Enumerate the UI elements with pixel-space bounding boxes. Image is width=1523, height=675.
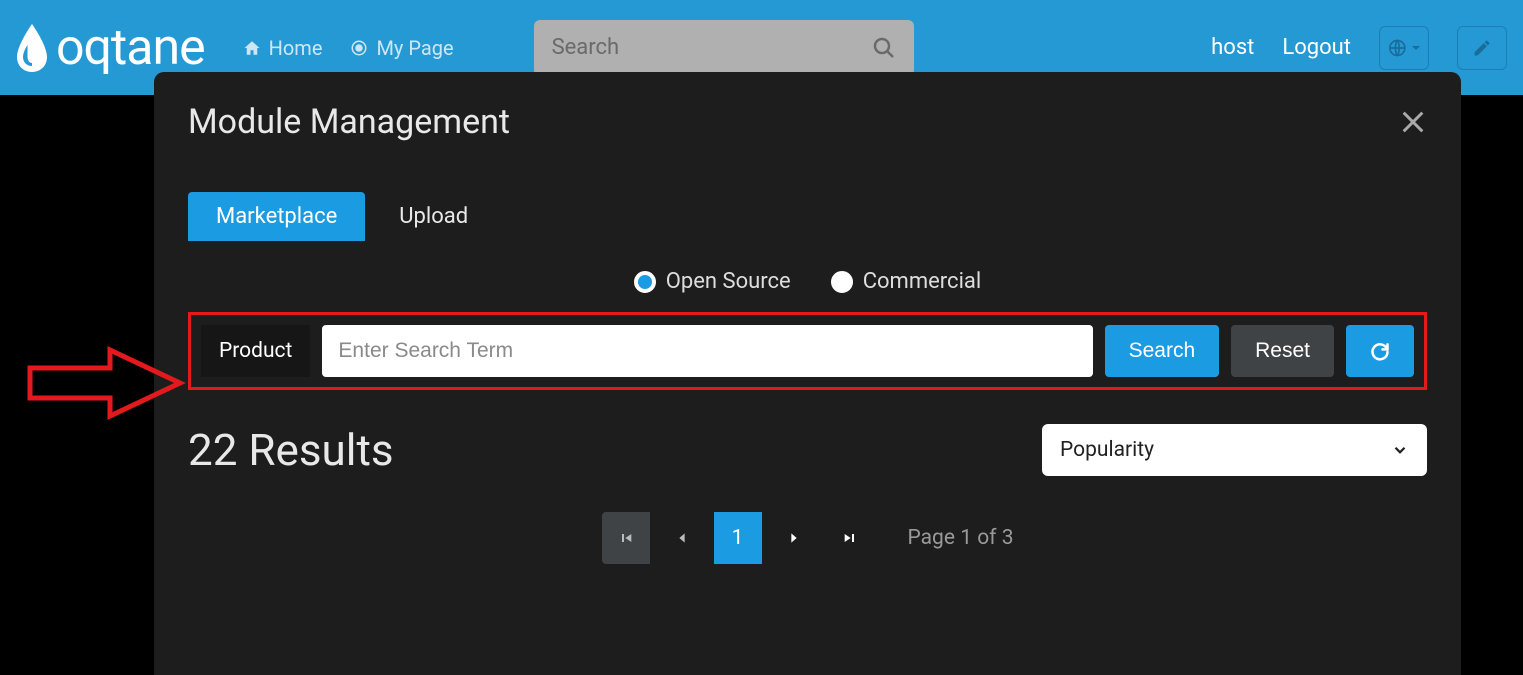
user-area: host Logout <box>1211 26 1507 70</box>
page-last-button[interactable] <box>826 512 874 564</box>
chevron-left-icon <box>674 530 690 546</box>
first-page-icon <box>618 530 634 546</box>
logo-text: oqtane <box>56 19 205 77</box>
sort-select[interactable]: Popularity <box>1042 424 1427 476</box>
modal-header: Module Management <box>188 102 1427 142</box>
nav-mypage[interactable]: My Page <box>350 36 453 60</box>
close-icon[interactable] <box>1399 108 1427 136</box>
product-search-input[interactable] <box>322 325 1092 377</box>
global-search-placeholder: Search <box>552 35 620 60</box>
license-filter-row: Open Source Commercial <box>188 269 1427 294</box>
nav-home-label: Home <box>269 36 323 60</box>
chevron-right-icon <box>786 530 802 546</box>
tabs: Marketplace Upload <box>188 192 1427 241</box>
tab-upload[interactable]: Upload <box>371 192 496 241</box>
results-count: 22 Results <box>188 424 394 476</box>
radio-icon <box>831 271 853 293</box>
nav-links: Home My Page <box>243 36 454 60</box>
logo[interactable]: oqtane <box>14 19 205 77</box>
product-search-row: Product Search Reset <box>188 312 1427 390</box>
radio-commercial[interactable]: Commercial <box>831 269 982 294</box>
search-icon <box>872 36 896 60</box>
page-first-button[interactable] <box>602 512 650 564</box>
tab-marketplace[interactable]: Marketplace <box>188 192 365 241</box>
page-next-button[interactable] <box>770 512 818 564</box>
caret-down-icon <box>1411 43 1421 53</box>
edit-button[interactable] <box>1457 26 1507 70</box>
page-prev-button[interactable] <box>658 512 706 564</box>
nav-mypage-label: My Page <box>376 36 453 60</box>
reset-button[interactable]: Reset <box>1231 325 1334 377</box>
refresh-icon <box>1370 338 1390 364</box>
pencil-icon <box>1472 38 1492 58</box>
radio-open-source-label: Open Source <box>666 269 791 294</box>
globe-icon <box>1387 38 1411 58</box>
target-icon <box>350 39 368 57</box>
product-label: Product <box>201 325 310 377</box>
last-page-icon <box>842 530 858 546</box>
nav-home[interactable]: Home <box>243 36 323 60</box>
radio-commercial-label: Commercial <box>863 269 982 294</box>
modal-title: Module Management <box>188 102 510 142</box>
page-number-1[interactable]: 1 <box>714 512 762 564</box>
language-button[interactable] <box>1379 26 1429 70</box>
pagination: 1 Page 1 of 3 <box>188 512 1427 564</box>
user-link[interactable]: host <box>1211 35 1254 60</box>
radio-open-source[interactable]: Open Source <box>634 269 791 294</box>
global-search[interactable]: Search <box>534 20 914 76</box>
sort-selected-label: Popularity <box>1060 438 1154 462</box>
results-row: 22 Results Popularity <box>188 424 1427 476</box>
radio-icon <box>634 271 656 293</box>
refresh-button[interactable] <box>1346 325 1414 377</box>
logo-drop-icon <box>14 24 50 72</box>
page-info: Page 1 of 3 <box>908 526 1014 550</box>
logout-link[interactable]: Logout <box>1282 35 1351 60</box>
chevron-down-icon <box>1391 441 1409 459</box>
module-management-modal: Module Management Marketplace Upload Ope… <box>154 72 1461 675</box>
home-icon <box>243 39 261 57</box>
search-button[interactable]: Search <box>1105 325 1220 377</box>
